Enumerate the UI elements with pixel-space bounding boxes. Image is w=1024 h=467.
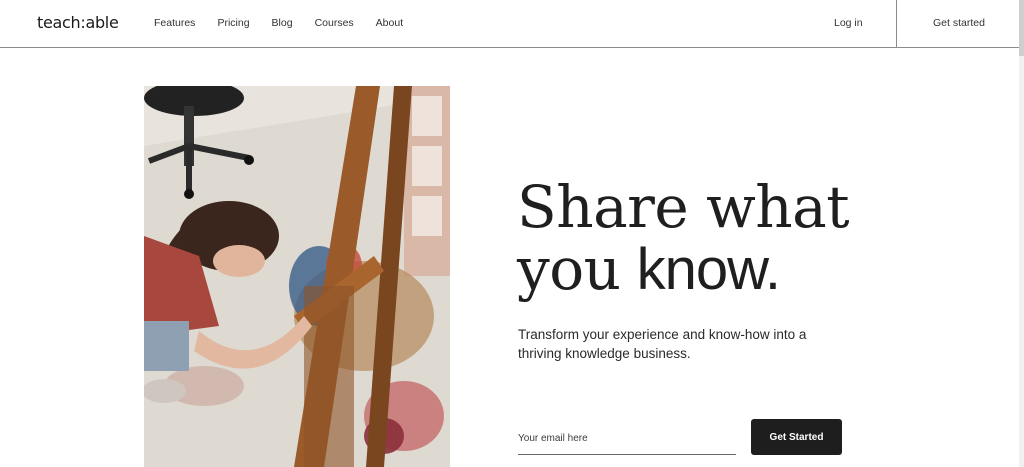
get-started-link[interactable]: Get started [933, 17, 985, 29]
page-scrollbar[interactable] [1019, 0, 1024, 467]
get-started-button[interactable]: Get Started [751, 419, 842, 455]
main-nav: Features Pricing Blog Courses About [154, 17, 425, 29]
nav-about[interactable]: About [376, 17, 403, 29]
nav-features[interactable]: Features [154, 17, 195, 29]
scrollbar-thumb[interactable] [1019, 0, 1024, 56]
nav-courses[interactable]: Courses [315, 17, 354, 29]
headline-line-1: Share what [517, 173, 850, 241]
nav-pricing[interactable]: Pricing [217, 17, 249, 29]
headline-word-you: you [517, 235, 621, 303]
header-divider [896, 0, 897, 47]
headline-word-know: know. [636, 237, 781, 302]
artist-painting-photo [144, 86, 450, 467]
headline-line-2: you know. [517, 238, 937, 301]
teachable-logo[interactable]: teach:able [37, 13, 119, 32]
hero-headline: Share what you know. [517, 176, 937, 301]
site-header: teach:able Features Pricing Blog Courses… [0, 0, 1019, 48]
email-input[interactable] [518, 422, 736, 455]
login-link[interactable]: Log in [834, 17, 863, 29]
nav-blog[interactable]: Blog [272, 17, 293, 29]
hero-subtitle: Transform your experience and know-how i… [518, 327, 807, 361]
